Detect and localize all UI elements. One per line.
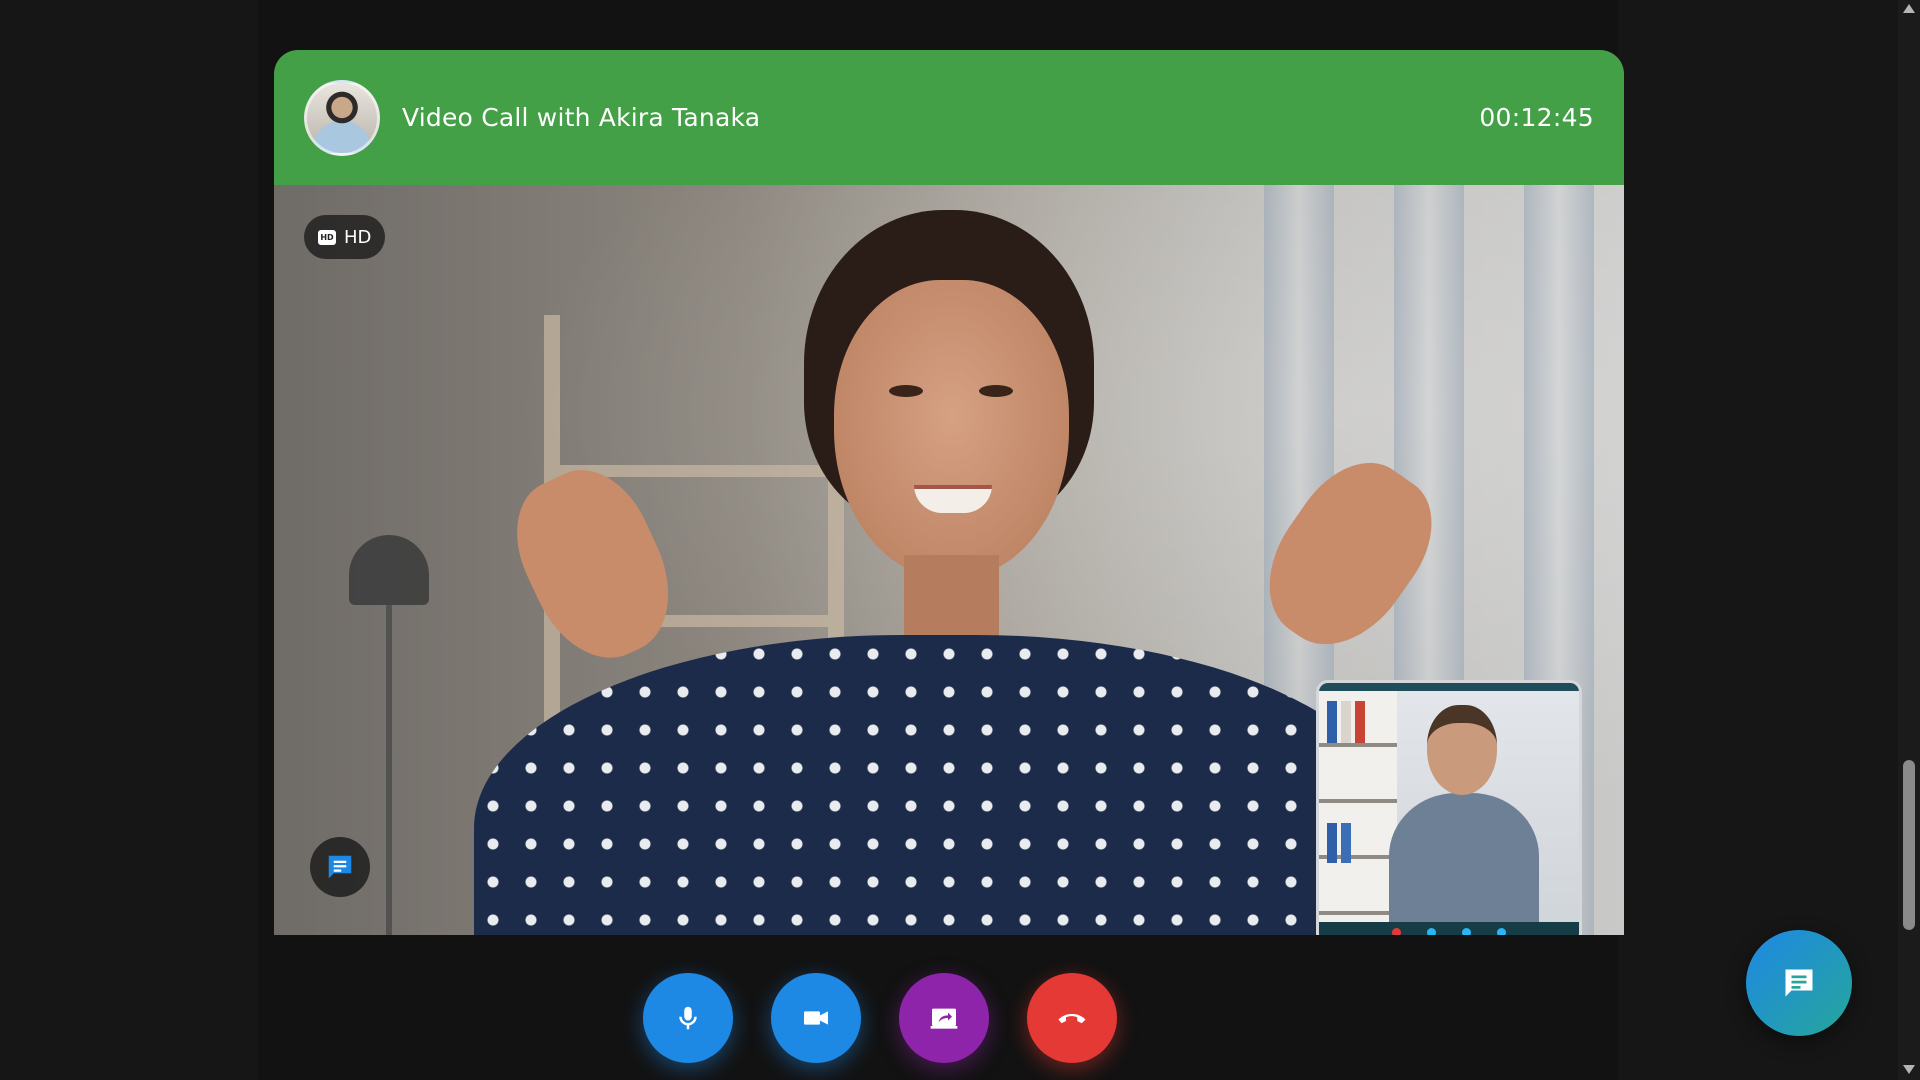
page-scrollbar[interactable] — [1898, 0, 1920, 1080]
call-controls — [0, 973, 1920, 1063]
call-timer: 00:12:45 — [1479, 103, 1594, 132]
call-title: Video Call with Akira Tanaka — [402, 103, 761, 132]
mini-camera-icon — [1427, 927, 1436, 935]
screen-share-icon — [930, 1008, 958, 1029]
video-call-card: Video Call with Akira Tanaka 00:12:45 HD… — [274, 50, 1624, 935]
mute-mic-button[interactable] — [643, 973, 733, 1063]
chat-bubble-icon — [328, 855, 352, 879]
hd-icon: HD — [318, 229, 336, 245]
share-screen-button[interactable] — [899, 973, 989, 1063]
phone-hangup-icon — [1058, 1013, 1086, 1024]
mini-end-call-icon — [1392, 927, 1401, 935]
mini-share-icon — [1497, 927, 1506, 935]
scroll-up-arrow[interactable] — [1903, 4, 1915, 13]
in-video-chat-button[interactable] — [310, 837, 370, 897]
hd-label: HD — [344, 226, 372, 248]
scroll-down-arrow[interactable] — [1903, 1065, 1915, 1074]
background-lamp — [349, 535, 429, 605]
scroll-thumb[interactable] — [1903, 760, 1915, 930]
video-camera-icon — [804, 1011, 828, 1025]
hd-quality-badge: HD HD — [304, 215, 386, 259]
toggle-camera-button[interactable] — [771, 973, 861, 1063]
self-view-controls — [1319, 922, 1579, 935]
remote-video: HD HD — [274, 185, 1624, 935]
call-header: Video Call with Akira Tanaka 00:12:45 — [274, 50, 1624, 185]
mini-mic-icon — [1462, 927, 1471, 935]
chat-bubble-icon — [1785, 969, 1813, 997]
open-chat-button[interactable] — [1746, 930, 1852, 1036]
microphone-icon — [679, 1006, 697, 1030]
self-view-preview[interactable] — [1316, 680, 1582, 935]
end-call-button[interactable] — [1027, 973, 1117, 1063]
caller-avatar — [304, 79, 380, 156]
